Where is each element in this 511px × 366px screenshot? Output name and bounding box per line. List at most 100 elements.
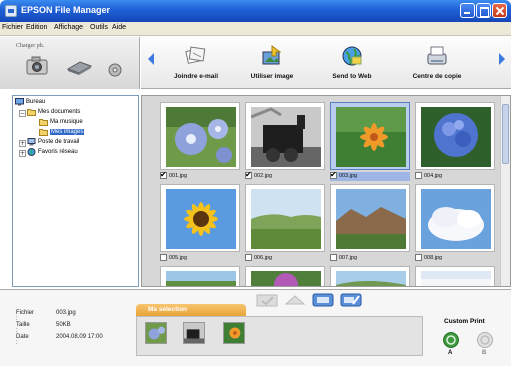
menu-fichier[interactable]: Fichier (2, 24, 23, 31)
thumbnail-caption: 005.jpg (160, 254, 240, 263)
rotate-icon[interactable] (284, 292, 306, 308)
thumbnail-image-sunflower (166, 189, 236, 249)
thumbnail-image-rocks (336, 189, 406, 249)
bottom-panel: Fichier : 003.jpg Taille : 50KB Date : 2… (0, 289, 511, 366)
thumbnail-frame[interactable] (415, 102, 495, 170)
charger-panel: Charger ph. (0, 37, 140, 89)
tree-item-mes-documents[interactable]: Mes documents (27, 108, 80, 118)
camera-icon[interactable] (26, 56, 48, 76)
tree-item-poste-de-travail[interactable]: Poste de travail (27, 138, 79, 148)
scanner-icon[interactable] (66, 59, 92, 75)
thumbnail-image-hydrangea (421, 107, 491, 167)
thumbnail-frame[interactable] (415, 266, 495, 286)
my-selection-strip (136, 316, 423, 356)
thumbnail-frame[interactable] (160, 184, 240, 252)
thumbnail-item[interactable]: 007.jpg (330, 184, 410, 266)
custom-print-a-button[interactable] (443, 332, 459, 348)
action-toolbar: Joindre e-mail Utiliser image Send to We… (141, 37, 511, 89)
thumbnail-frame[interactable] (160, 102, 240, 170)
thumbnail-item[interactable] (330, 266, 410, 286)
thumbnail-item[interactable]: 002.jpg (245, 102, 325, 184)
custom-print-b-button[interactable] (477, 332, 493, 348)
tree-item-bureau[interactable]: Bureau (15, 98, 45, 108)
thumbnail-item[interactable] (415, 266, 495, 286)
thumbnail-image-purple-flower (251, 271, 321, 286)
copy-center-label: Centre de copie (412, 73, 462, 80)
view-icon[interactable] (312, 292, 334, 308)
use-image-label: Utiliser image (250, 73, 294, 80)
thumbnail-image-clouds (421, 189, 491, 249)
folder-open-icon (27, 109, 36, 116)
pictures-folder-icon (39, 129, 48, 136)
menu-outils[interactable]: Outils (90, 24, 108, 31)
thumbnail-item[interactable]: 008.jpg (415, 184, 495, 266)
thumbnail-item[interactable] (160, 266, 240, 286)
thumbnail-checkbox[interactable] (415, 254, 422, 261)
thumbnail-caption: 006.jpg (245, 254, 325, 263)
thumbnail-checkbox[interactable] (330, 170, 337, 179)
thumbnail-checkbox[interactable] (160, 254, 167, 261)
thumbnail-frame[interactable] (415, 184, 495, 252)
tree-item-favoris-reseau[interactable]: Favoris réseau (27, 148, 78, 158)
thumbnail-image-hills (336, 271, 406, 286)
tree-collapse-mes-documents[interactable]: − (19, 110, 26, 117)
menu-aide[interactable]: Aide (112, 24, 126, 31)
thumbnail-grid: 001.jpg 002.jpg (141, 95, 511, 287)
copy-center-button[interactable]: Centre de copie (397, 37, 477, 89)
selection-thumbnail[interactable] (183, 322, 205, 344)
thumbnail-checkbox[interactable] (330, 254, 337, 261)
thumbnail-frame[interactable] (245, 102, 325, 170)
thumbnail-checkbox[interactable] (245, 254, 252, 261)
send-web-button[interactable]: Send to Web (317, 37, 387, 89)
use-image-button[interactable]: Utiliser image (237, 37, 307, 89)
tree-expand-poste-de-travail[interactable]: + (19, 140, 26, 147)
select-all-icon[interactable] (256, 292, 278, 308)
tree-expand-favoris-reseau[interactable]: + (19, 150, 26, 157)
close-button[interactable] (492, 3, 507, 18)
thumbnail-item[interactable]: 001.jpg (160, 102, 240, 184)
thumbnail-checkbox[interactable] (160, 170, 167, 179)
thumbnail-item[interactable]: 004.jpg (415, 102, 495, 184)
scroll-left-arrow-icon[interactable] (146, 52, 156, 66)
selection-thumbnail[interactable] (145, 322, 167, 344)
thumbnail-frame-selected[interactable] (330, 102, 410, 170)
tree-item-mes-images[interactable]: Mes images (39, 128, 85, 138)
thumbnail-item[interactable]: 003.jpg (330, 102, 410, 184)
network-icon (27, 148, 36, 156)
minimize-button[interactable] (460, 3, 475, 18)
thumbnail-scrollbar[interactable] (500, 96, 510, 286)
thumbnail-image-locomotive (251, 107, 321, 167)
selection-thumbnail[interactable] (223, 322, 245, 344)
title-bar: EPSON File Manager (0, 0, 511, 22)
music-folder-icon (39, 119, 48, 126)
thumbnail-checkbox[interactable] (415, 172, 422, 179)
edit-icon[interactable] (340, 292, 362, 308)
thumbnail-frame[interactable] (245, 266, 325, 286)
maximize-button[interactable] (476, 3, 491, 18)
thumbnail-frame[interactable] (330, 266, 410, 286)
memory-card-icon[interactable] (108, 63, 122, 77)
thumbnail-checkbox[interactable] (245, 170, 252, 179)
thumbnail-caption: 008.jpg (415, 254, 495, 263)
thumbnail-frame[interactable] (330, 184, 410, 252)
scrollbar-thumb[interactable] (502, 104, 509, 164)
scroll-right-arrow-icon[interactable] (497, 52, 507, 66)
email-attach-button[interactable]: Joindre e-mail (161, 37, 231, 89)
thumbnail-frame[interactable] (160, 266, 240, 286)
menu-edition[interactable]: Edition (26, 24, 47, 31)
custom-print-b-label: B (482, 350, 487, 356)
custom-print-a-label: A (448, 350, 453, 356)
thumbnail-caption: 004.jpg (415, 172, 495, 181)
thumbnail-frame[interactable] (245, 184, 325, 252)
thumbnail-item[interactable]: 005.jpg (160, 184, 240, 266)
thumbnail-caption: 003.jpg (330, 170, 410, 181)
tree-item-ma-musique[interactable]: Ma musique (39, 118, 83, 128)
send-web-label: Send to Web (332, 73, 372, 80)
thumbnail-item[interactable] (245, 266, 325, 286)
copy-center-icon (427, 46, 447, 65)
menu-affichage[interactable]: Affichage (54, 24, 83, 31)
charger-label: Charger ph. (16, 43, 45, 49)
thumbnail-item[interactable]: 006.jpg (245, 184, 325, 266)
my-selection-tab[interactable]: Ma sélection (136, 304, 246, 316)
thumbnail-image-field (251, 189, 321, 249)
